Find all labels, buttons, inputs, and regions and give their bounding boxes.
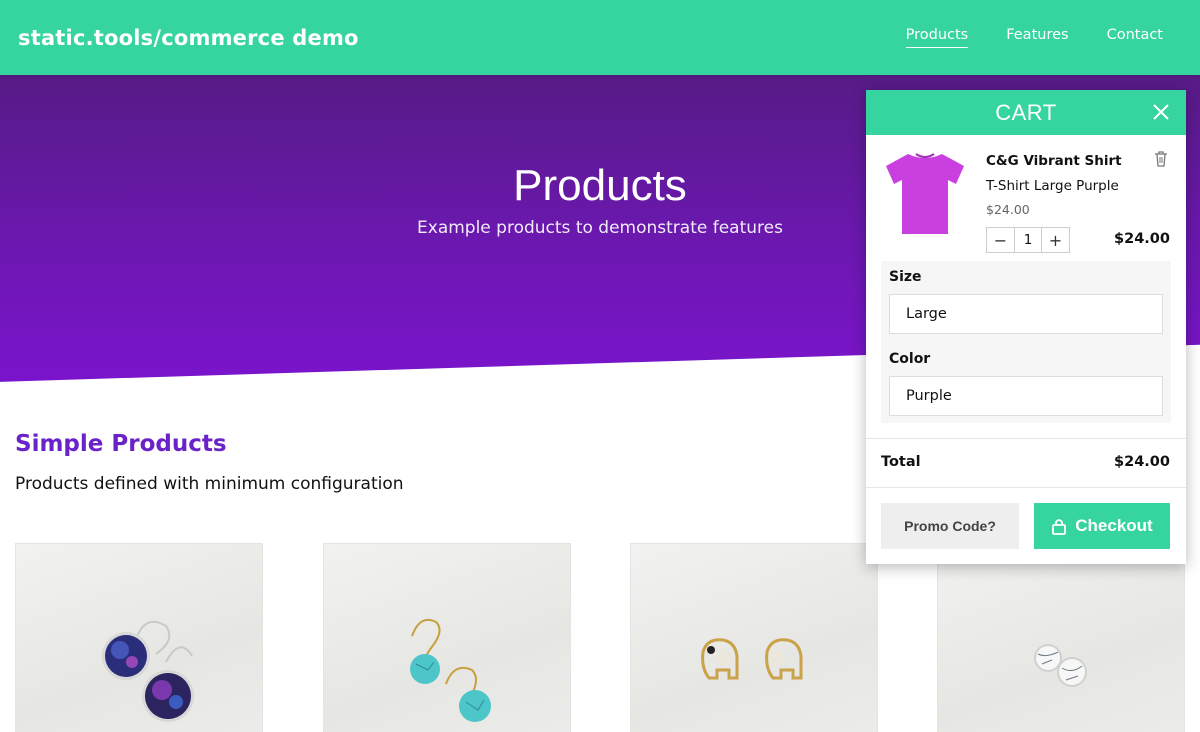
galaxy-earrings-image (102, 620, 194, 722)
nav-link-contact[interactable]: Contact (1107, 27, 1163, 48)
nav-link-features[interactable]: Features (1006, 27, 1068, 48)
quantity-value[interactable]: 1 (1014, 228, 1042, 252)
marble-earrings-image (1034, 644, 1087, 687)
increase-quantity-button[interactable]: + (1042, 228, 1069, 252)
trash-icon[interactable] (1154, 151, 1168, 167)
cart-item-options: Size Large Color Purple (881, 261, 1171, 423)
color-select[interactable]: Purple (889, 376, 1163, 416)
top-navigation-bar: static.tools/commerce demo Products Feat… (0, 0, 1200, 75)
cart-item-name: C&G Vibrant Shirt (986, 153, 1122, 169)
cart-total-row: Total $24.00 (866, 438, 1186, 488)
product-card-galaxy-earrings[interactable] (15, 543, 263, 732)
size-label: Size (889, 269, 922, 285)
lock-icon (1052, 519, 1067, 535)
turquoise-earrings-image (410, 618, 491, 722)
product-card-elephant-earrings[interactable] (630, 543, 878, 732)
cart-item: C&G Vibrant Shirt T-Shirt Large Purple $… (866, 90, 1186, 260)
cart-item-line-total: $24.00 (1114, 231, 1170, 247)
promo-code-button[interactable]: Promo Code? (881, 503, 1019, 549)
purple-tshirt-image (886, 153, 964, 234)
section-title: Simple Products (15, 431, 227, 457)
product-card-turquoise-earrings[interactable] (323, 543, 571, 732)
nav-link-products[interactable]: Products (905, 27, 969, 48)
quantity-stepper: − 1 + (986, 227, 1070, 253)
product-card-marble-earrings[interactable] (937, 543, 1185, 732)
color-label: Color (889, 351, 931, 367)
decrease-quantity-button[interactable]: − (987, 228, 1014, 252)
size-select[interactable]: Large (889, 294, 1163, 334)
total-label: Total (881, 454, 921, 470)
main-nav: Products Features Contact (905, 27, 1163, 48)
brand-logo[interactable]: static.tools/commerce demo (18, 26, 359, 50)
elephant-earrings-image (701, 638, 803, 680)
checkout-button[interactable]: Checkout (1034, 503, 1170, 549)
cart-item-unit-price: $24.00 (986, 202, 1030, 217)
total-value: $24.00 (1114, 454, 1170, 470)
cart-panel: CART C&G Vibrant Shirt T-Shirt Large Pur… (866, 90, 1186, 564)
checkout-label: Checkout (1075, 516, 1153, 535)
section-description: Products defined with minimum configurat… (15, 474, 404, 494)
cart-item-variant: T-Shirt Large Purple (986, 178, 1119, 194)
